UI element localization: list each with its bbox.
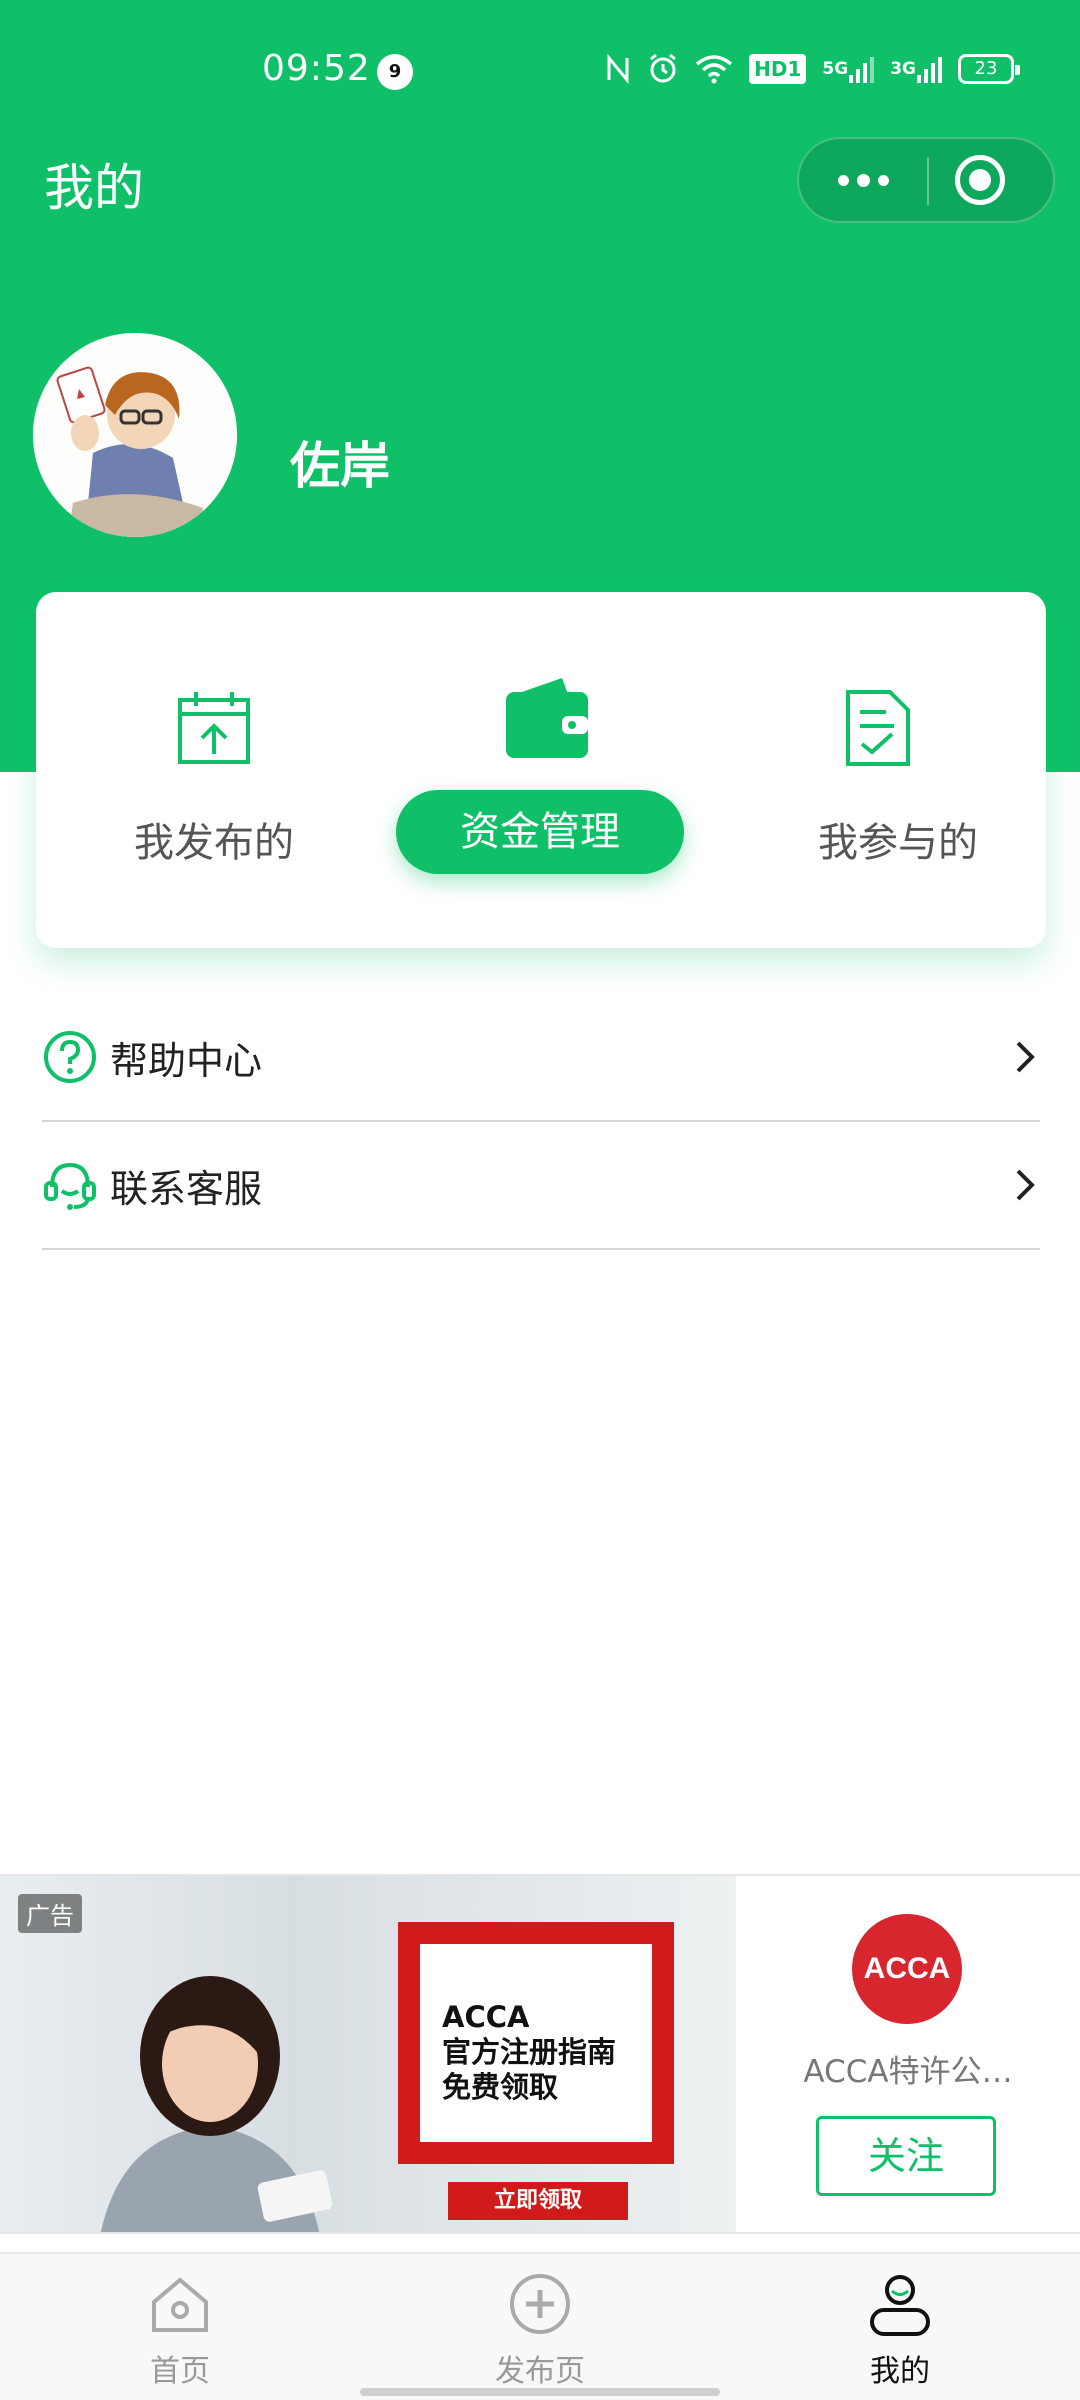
tab-mine-label: 我的	[870, 2354, 930, 2389]
customer-service-icon	[44, 1162, 96, 1210]
page-title: 我的	[44, 159, 144, 217]
chevron-right-icon	[1016, 1169, 1035, 1201]
ad-headline: ACCA 官方注册指南 免费领取	[442, 2000, 616, 2105]
menu-item-label: 联系客服	[110, 1166, 263, 1211]
signal-3g-icon: 3G	[890, 52, 942, 86]
wifi-icon	[695, 52, 733, 86]
ad-cta-button[interactable]: 立即领取	[448, 2182, 628, 2220]
menu-item-contact-service[interactable]: 联系客服	[42, 1122, 1040, 1250]
advertiser-logo[interactable]: ACCA	[852, 1914, 962, 2024]
notification-badge: 9	[377, 54, 413, 90]
status-bar: 09:52 9 HD1 5G 3G 23	[0, 40, 1080, 104]
my-published-button[interactable]: 我发布的	[36, 592, 372, 948]
status-icons: HD1 5G 3G 23	[605, 52, 1020, 86]
advertiser-name: ACCA特许公…	[803, 2054, 1013, 2090]
tab-mine[interactable]: 我的	[800, 2254, 1000, 2400]
help-circle-icon	[44, 1031, 96, 1083]
home-indicator[interactable]	[360, 2388, 720, 2396]
ad-headline-line-3: 免费领取	[442, 2070, 559, 2104]
chevron-right-icon	[1016, 1041, 1035, 1073]
user-icon	[870, 2275, 930, 2336]
menu-item-help-center[interactable]: 帮助中心	[42, 994, 1040, 1122]
tab-bar: 首页 发布页 我的	[0, 2252, 1080, 2400]
ad-model-image	[100, 1976, 333, 2232]
ad-headline-line-1: ACCA	[442, 2000, 530, 2034]
ad-tag: 广告	[18, 1894, 82, 1933]
mini-program-capsule	[797, 137, 1055, 223]
tab-publish[interactable]: 发布页	[440, 2254, 640, 2400]
plus-circle-icon	[510, 2274, 570, 2334]
document-check-icon	[846, 690, 910, 766]
avatar[interactable]	[33, 333, 237, 537]
more-options-icon[interactable]	[799, 139, 927, 221]
calendar-upload-icon	[178, 692, 250, 764]
capsule-divider	[927, 157, 929, 205]
my-participated-button[interactable]: 我参与的	[708, 592, 1046, 948]
tab-publish-label: 发布页	[495, 2354, 585, 2389]
ad-headline-line-2: 官方注册指南	[442, 2035, 617, 2069]
action-card: 我发布的 资金管理 我参与的	[36, 592, 1046, 948]
fund-management-pill[interactable]: 资金管理	[396, 790, 684, 874]
follow-button[interactable]: 关注	[816, 2116, 996, 2196]
close-mini-program-icon[interactable]	[955, 155, 1005, 205]
username: 佐岸	[290, 437, 390, 495]
my-published-label: 我发布的	[134, 820, 294, 866]
wallet-icon	[506, 678, 588, 758]
hd-badge: HD1	[749, 52, 807, 86]
alarm-icon	[647, 52, 679, 86]
ad-frame: ACCA 官方注册指南 免费领取	[398, 1922, 674, 2164]
tab-home[interactable]: 首页	[80, 2254, 280, 2400]
fund-management-button[interactable]	[372, 592, 708, 948]
home-icon	[152, 2277, 208, 2332]
tab-home-label: 首页	[150, 2354, 210, 2389]
ad-image[interactable]: 广告 ACCA 官方注册指南 免费领取 立即领取	[0, 1876, 736, 2232]
menu-item-label: 帮助中心	[110, 1038, 263, 1083]
my-participated-label: 我参与的	[818, 820, 978, 866]
nfc-icon	[605, 52, 631, 86]
status-time: 09:52	[262, 48, 371, 89]
battery-icon: 23	[958, 52, 1020, 86]
ad-banner[interactable]: 广告 ACCA 官方注册指南 免费领取 立即领取 ACCA ACCA特许公… 关…	[0, 1874, 1080, 2234]
signal-5g-icon: 5G	[822, 52, 875, 86]
